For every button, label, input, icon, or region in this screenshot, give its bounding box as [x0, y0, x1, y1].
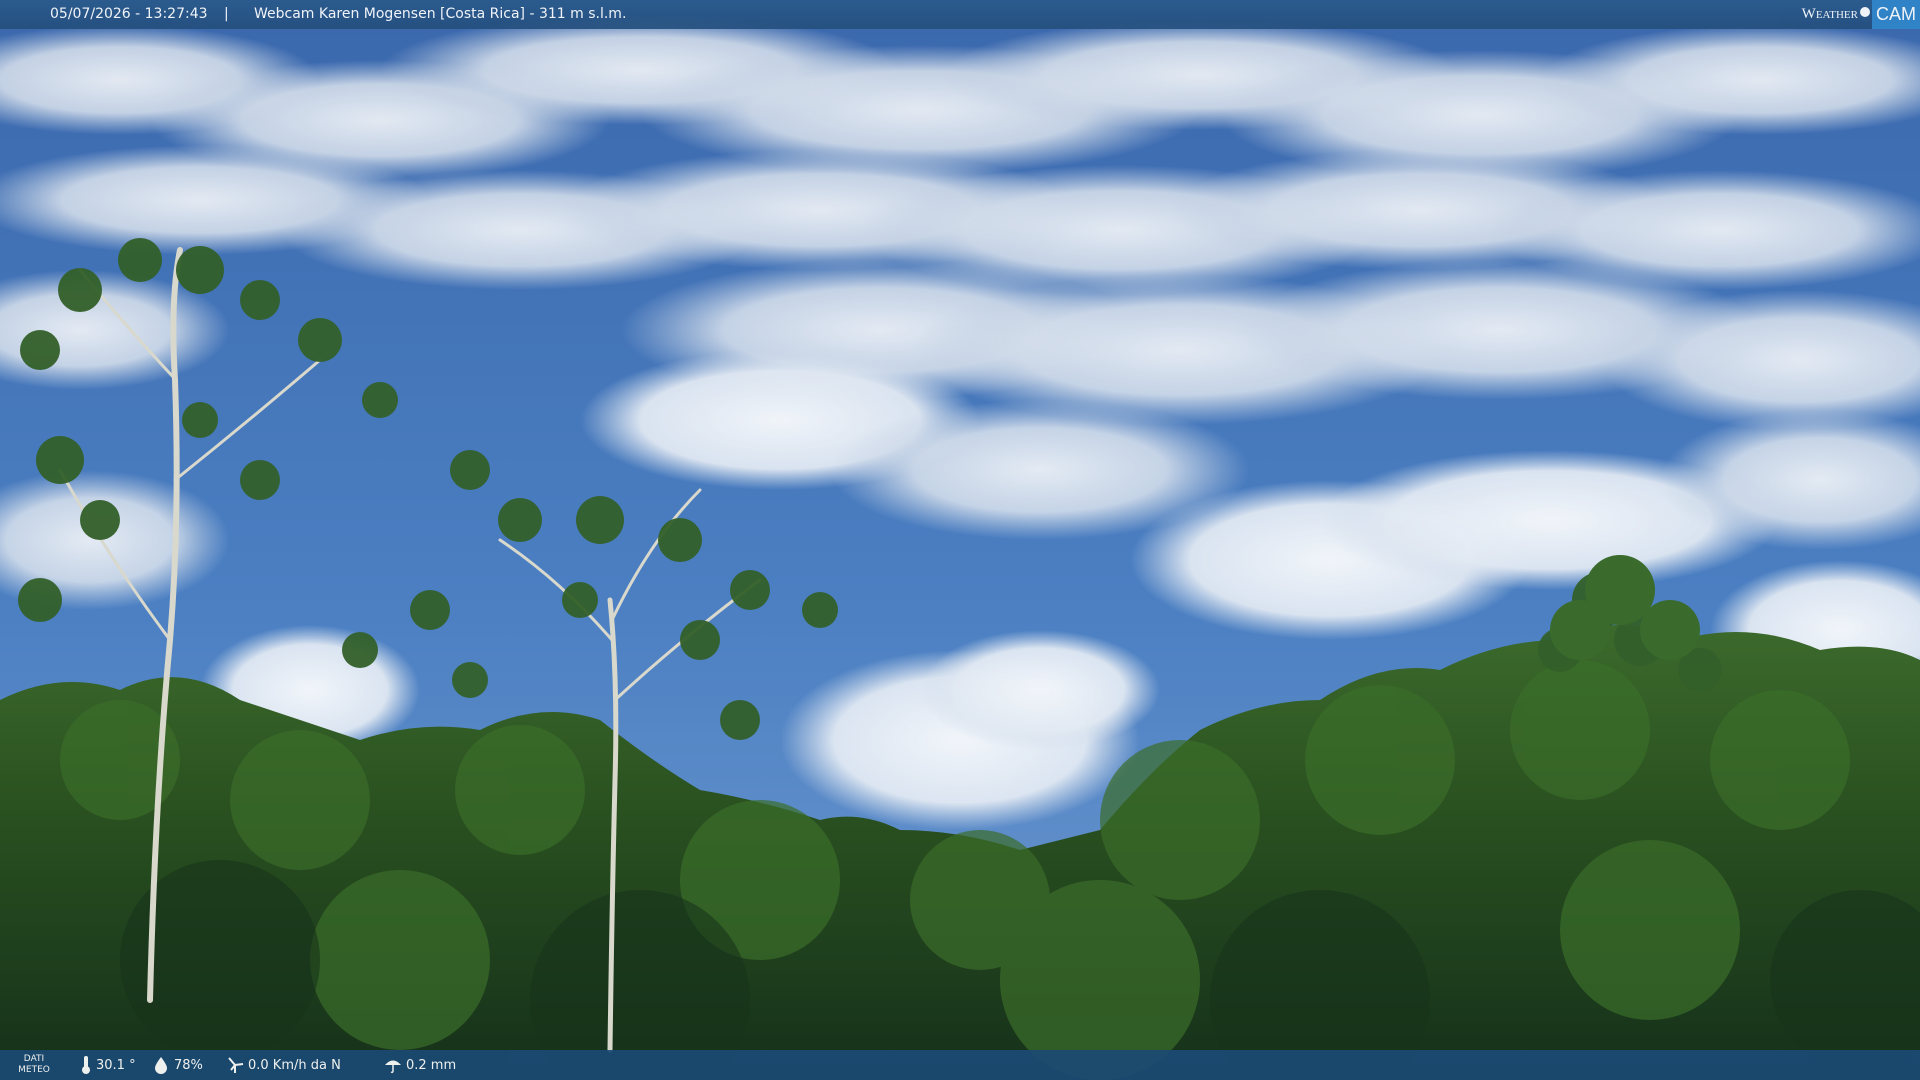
rain-value: 0.2 mm	[406, 1057, 457, 1073]
logo-word: Weather	[1801, 6, 1858, 22]
temperature-metric: 30.1 °	[80, 1050, 136, 1080]
weather-data-bar: DATI METEO 30.1 ° 78% 0.0 Km/h da N 0.2 …	[0, 1050, 1920, 1080]
umbrella-icon	[385, 1060, 401, 1074]
logo-cam: CAM	[1872, 0, 1920, 29]
temperature-value: 30.1 °	[96, 1057, 136, 1073]
dati-meteo-label: DATI METEO	[16, 1054, 52, 1076]
thermometer-icon	[82, 1056, 90, 1074]
humidity-value: 78%	[174, 1057, 203, 1073]
rain-metric: 0.2 mm	[384, 1050, 456, 1080]
humidity-metric: 78%	[152, 1050, 203, 1080]
wind-turbine-icon	[228, 1057, 244, 1073]
timestamp: 05/07/2026 - 13:27:43	[50, 6, 208, 22]
dati-label-line1: DATI	[23, 1054, 45, 1064]
wind-value: 0.0 Km/h da N	[248, 1057, 341, 1073]
top-info-bar: 05/07/2026 - 13:27:43 | Webcam Karen Mog…	[0, 0, 1920, 29]
camera-title: Webcam Karen Mogensen [Costa Rica] - 311…	[254, 6, 627, 22]
title-separator: |	[224, 6, 229, 22]
webcam-frame: 05/07/2026 - 13:27:43 | Webcam Karen Mog…	[0, 0, 1920, 1080]
weathercam-logo[interactable]: Weather CAM	[1802, 0, 1920, 29]
landscape-scene	[0, 0, 1920, 1080]
logo-dot-icon	[1860, 6, 1870, 17]
humidity-drop-icon	[155, 1057, 167, 1074]
wind-metric: 0.0 Km/h da N	[226, 1050, 341, 1080]
dati-label-line2: METEO	[18, 1065, 50, 1075]
